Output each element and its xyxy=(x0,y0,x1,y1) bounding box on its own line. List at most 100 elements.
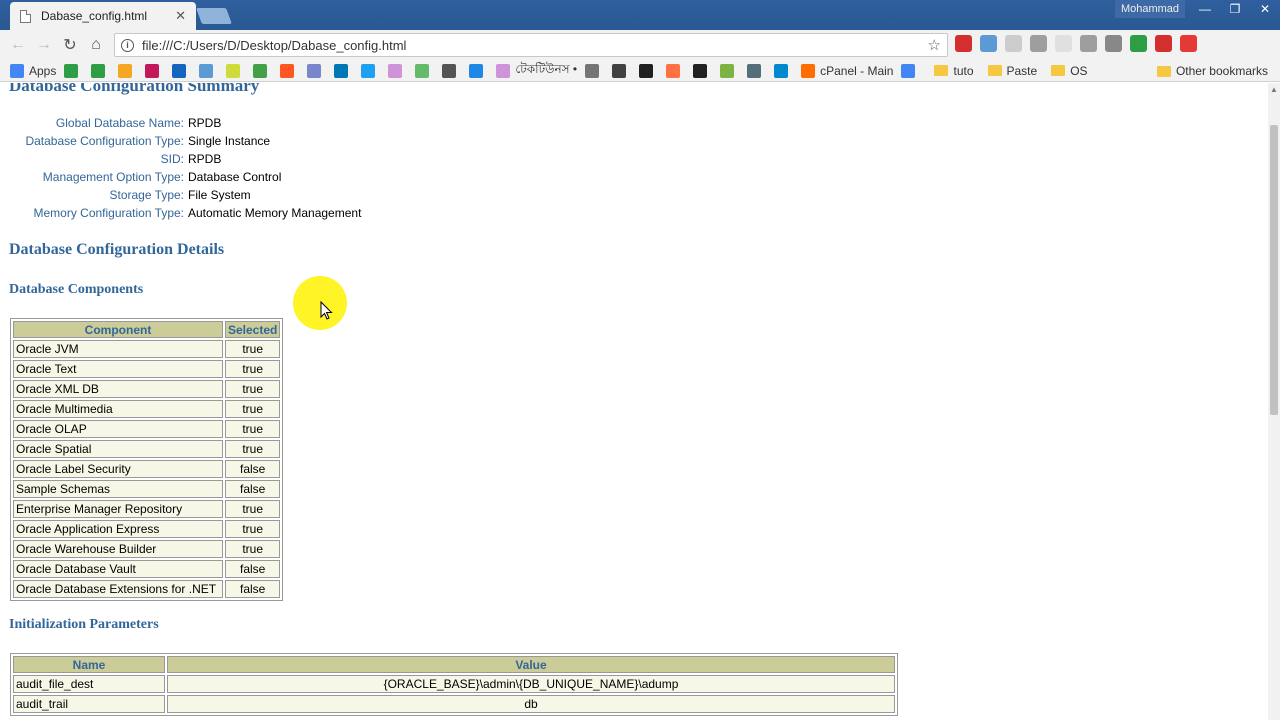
scrollbar-thumb[interactable] xyxy=(1270,125,1278,415)
bookmark-item[interactable] xyxy=(388,63,407,78)
param-value: {ORACLE_BASE}\admin\{DB_UNIQUE_NAME}\adu… xyxy=(167,675,895,693)
window-close-icon[interactable]: ✕ xyxy=(1250,0,1280,18)
bookmark-item[interactable]: Apps xyxy=(10,63,56,78)
bookmark-favicon-icon xyxy=(666,63,681,78)
bookmark-item[interactable] xyxy=(639,63,658,78)
bookmark-folder[interactable]: OS xyxy=(1051,63,1088,78)
back-icon[interactable]: ← xyxy=(5,32,31,58)
bookmark-item[interactable] xyxy=(361,63,380,78)
url-text[interactable]: file:///C:/Users/D/Desktop/Dabase_config… xyxy=(142,38,928,53)
bookmark-folder-label: OS xyxy=(1070,63,1088,78)
address-bar[interactable]: i file:///C:/Users/D/Desktop/Dabase_conf… xyxy=(114,33,948,57)
component-selected: true xyxy=(225,380,281,398)
extension-icon[interactable] xyxy=(1130,35,1147,52)
component-name: Oracle Label Security xyxy=(13,460,223,478)
bookmark-folder[interactable]: Paste xyxy=(987,64,1037,78)
column-header-selected: Selected xyxy=(225,321,281,338)
bookmark-item[interactable] xyxy=(64,63,83,78)
forward-icon[interactable]: → xyxy=(31,32,57,58)
component-name: Oracle Multimedia xyxy=(13,400,223,418)
browser-toolbar: ← → ↻ ⌂ i file:///C:/Users/D/Desktop/Dab… xyxy=(0,30,1280,60)
browser-tab[interactable]: Dabase_config.html ✕ xyxy=(10,2,196,30)
table-row: Oracle XML DB true xyxy=(13,380,281,398)
bookmark-item[interactable] xyxy=(280,63,299,78)
home-icon[interactable]: ⌂ xyxy=(83,32,109,58)
other-bookmarks[interactable]: Other bookmarks xyxy=(1156,64,1268,78)
page-viewport: Database Configuration Summary Global Da… xyxy=(0,83,1268,720)
bookmark-favicon-icon xyxy=(199,63,214,78)
component-name: Oracle Warehouse Builder xyxy=(13,540,223,558)
table-row: Oracle Multimedia true xyxy=(13,400,281,418)
minimize-icon[interactable]: — xyxy=(1190,0,1220,18)
extension-icon[interactable] xyxy=(1005,35,1022,52)
column-header-component: Component xyxy=(13,321,223,338)
bookmark-label: টেকটিউনস • xyxy=(515,61,578,76)
bookmark-item[interactable] xyxy=(774,63,793,78)
scroll-up-icon[interactable]: ▲ xyxy=(1268,83,1280,95)
component-selected: true xyxy=(225,340,281,358)
bookmark-item[interactable] xyxy=(693,63,712,78)
extension-icon[interactable] xyxy=(1180,35,1197,52)
bookmark-favicon-icon xyxy=(118,63,133,78)
extension-icon[interactable] xyxy=(1055,35,1072,52)
bookmark-item[interactable] xyxy=(145,63,164,78)
init-params-heading: Initialization Parameters xyxy=(9,617,159,632)
component-selected: true xyxy=(225,420,281,438)
bookmark-favicon-icon xyxy=(361,63,376,78)
bookmark-favicon-icon xyxy=(253,63,268,78)
bookmark-item[interactable] xyxy=(666,63,685,78)
bookmark-item[interactable] xyxy=(226,63,245,78)
profile-button[interactable]: Mohammad xyxy=(1115,0,1185,18)
restore-icon[interactable]: ❐ xyxy=(1220,0,1250,18)
bookmark-star-icon[interactable]: ☆ xyxy=(928,36,941,54)
new-tab-button[interactable] xyxy=(196,8,232,24)
bookmark-folder[interactable]: tuto xyxy=(934,64,974,78)
tab-close-icon[interactable]: ✕ xyxy=(175,8,186,24)
bookmark-item[interactable] xyxy=(415,63,434,78)
bookmark-item[interactable] xyxy=(118,63,137,78)
bookmark-item[interactable] xyxy=(442,63,461,78)
vertical-scrollbar[interactable]: ▲ xyxy=(1268,83,1280,720)
summary-value: File System xyxy=(188,188,251,202)
bookmark-item[interactable] xyxy=(172,63,191,78)
extension-icon[interactable] xyxy=(980,35,997,52)
bookmark-item[interactable] xyxy=(469,63,488,78)
table-row: Oracle Spatial true xyxy=(13,440,281,458)
component-selected: true xyxy=(225,360,281,378)
summary-value: Automatic Memory Management xyxy=(188,206,362,220)
bookmark-favicon-icon xyxy=(226,63,241,78)
summary-row: Storage Type: File System xyxy=(0,186,361,204)
bookmark-item[interactable] xyxy=(334,63,353,78)
bookmark-item[interactable] xyxy=(747,63,766,78)
bookmark-favicon-icon xyxy=(747,63,762,78)
column-header-value: Value xyxy=(167,656,895,673)
component-selected: false xyxy=(225,460,281,478)
bookmark-item[interactable] xyxy=(199,63,218,78)
bookmark-item[interactable] xyxy=(901,63,920,78)
bookmark-favicon-icon xyxy=(469,63,484,78)
extension-icon[interactable] xyxy=(955,35,972,52)
bookmark-favicon-icon xyxy=(307,63,322,78)
summary-row: Management Option Type: Database Control xyxy=(0,168,361,186)
bookmark-item[interactable]: cPanel - Main xyxy=(801,63,893,78)
table-row: Oracle OLAP true xyxy=(13,420,281,438)
component-selected: false xyxy=(225,560,281,578)
summary-key: Management Option Type: xyxy=(42,170,184,184)
bookmark-item[interactable] xyxy=(720,63,739,78)
info-icon[interactable]: i xyxy=(121,38,134,52)
extension-icon[interactable] xyxy=(1105,35,1122,52)
extension-icon[interactable] xyxy=(1030,35,1047,52)
extension-icon[interactable] xyxy=(1080,35,1097,52)
param-name: audit_file_dest xyxy=(13,675,165,693)
bookmark-item[interactable] xyxy=(253,63,272,78)
bookmark-folders: tuto Paste OS xyxy=(928,64,1095,78)
bookmark-list: Apps টেকটিউনস • cPanel - Main xyxy=(0,61,928,81)
bookmark-item[interactable] xyxy=(307,63,326,78)
bookmark-item[interactable]: টেকটিউনস • xyxy=(496,61,577,81)
bookmark-item[interactable] xyxy=(91,63,110,78)
bookmark-item[interactable] xyxy=(612,63,631,78)
reload-icon[interactable]: ↻ xyxy=(57,32,83,58)
bookmark-item[interactable] xyxy=(585,63,604,78)
folder-icon xyxy=(934,65,949,76)
extension-icon[interactable] xyxy=(1155,35,1172,52)
